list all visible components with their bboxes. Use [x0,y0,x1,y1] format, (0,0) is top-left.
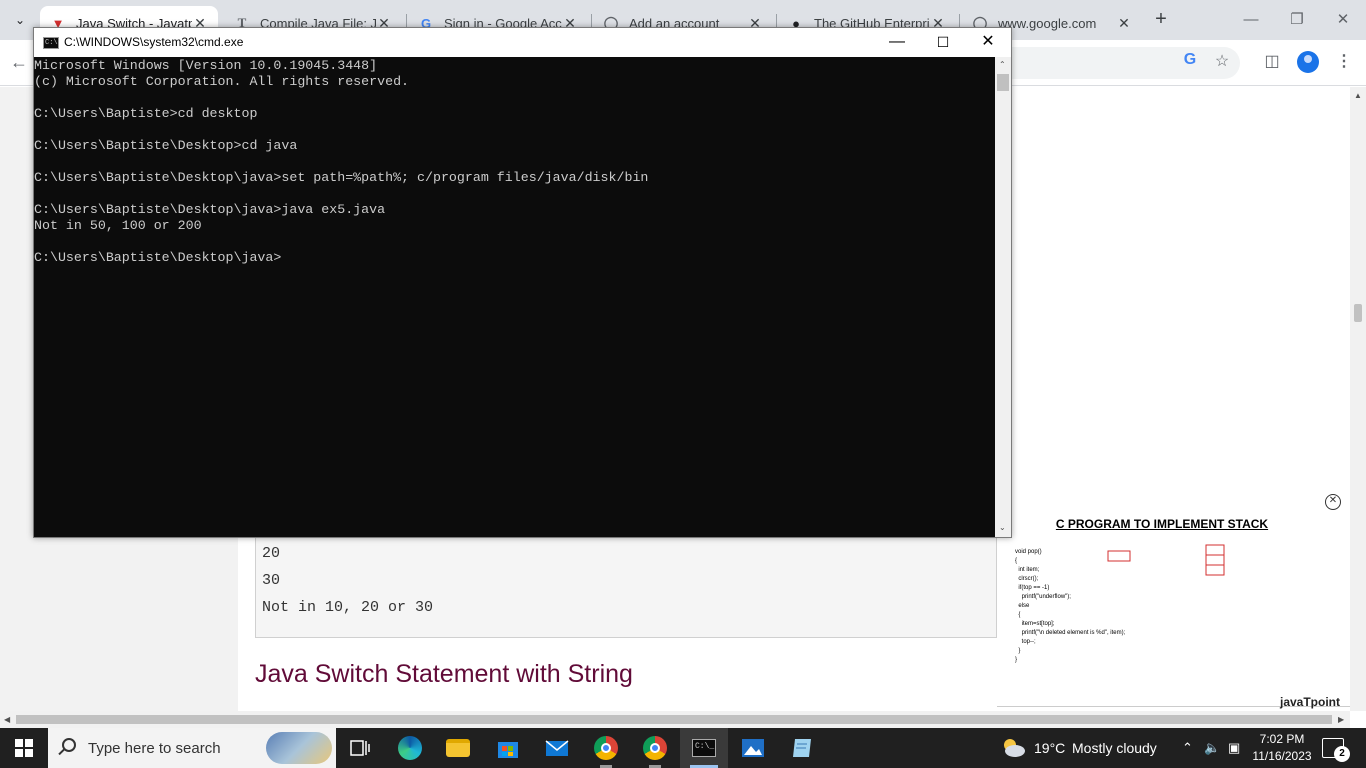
console-line: C:\Users\Baptiste\Desktop\java>set path=… [34,170,649,185]
command-prompt-icon[interactable]: C:\_ [680,728,728,768]
clock-time: 7:02 PM [1259,732,1305,746]
search-highlight-image [266,732,332,764]
cmd-title: C:\WINDOWS\system32\cmd.exe [64,35,244,49]
chrome-icon[interactable] [582,728,630,768]
profile-avatar-icon[interactable] [1297,51,1319,73]
scroll-right-arrow-icon[interactable]: ▶ [1338,715,1344,724]
section-heading: Java Switch Statement with String [255,660,633,688]
restore-icon[interactable]: ❐ [1274,6,1320,34]
windows-taskbar: Type here to search C:\_ 19°C Mostly clo… [0,728,1366,768]
ad-stack-sketch [1205,544,1225,576]
windows-start-icon[interactable] [0,728,48,768]
cmd-window[interactable]: C:\ C:\WINDOWS\system32\cmd.exe — ☐ ✕ Mi… [33,27,1012,538]
console-prompt[interactable]: C:\Users\Baptiste\Desktop\java> [34,250,995,266]
scroll-up-arrow-icon[interactable]: ▲ [1354,91,1362,100]
console-line: C:\Users\Baptiste>cd desktop [34,106,258,121]
weather-description[interactable]: Mostly cloudy [1072,740,1157,756]
taskbar-search-box[interactable]: Type here to search [48,728,336,768]
close-tab-icon[interactable]: ✕ [1116,15,1132,32]
scroll-up-arrow-icon[interactable]: ⌃ [999,60,1006,69]
network-icon[interactable]: ▣ [1228,740,1240,756]
cmd-close-icon[interactable]: ✕ [965,28,1011,57]
back-arrow-icon[interactable]: ← [10,52,28,73]
ad-code-snippet: void pop() { int item; clrscr(); if(top … [1015,549,1126,663]
console-line: (c) Microsoft Corporation. All rights re… [34,74,410,89]
clock-date: 11/16/2023 [1252,749,1312,763]
cmd-app-icon: C:\ [43,37,59,49]
page-vertical-scrollbar[interactable]: ▲ [1350,87,1366,711]
microsoft-store-icon[interactable] [484,728,532,768]
javatpoint-logo: javaTpoint [1280,695,1341,709]
chrome-icon-2[interactable] [631,728,679,768]
cmd-scroll-thumb[interactable] [997,74,1009,91]
scroll-left-arrow-icon[interactable]: ◀ [4,715,10,724]
code-output-line: 30 [262,572,281,589]
task-view-icon[interactable] [336,728,384,768]
page-scroll-thumb[interactable] [1354,304,1362,322]
ad-sketch-box [1107,550,1131,562]
cmd-minimize-icon[interactable]: — [874,28,920,57]
side-panel-icon[interactable]: ◫ [1261,51,1283,71]
mail-icon[interactable] [533,728,581,768]
close-window-icon[interactable]: ✕ [1320,6,1366,34]
console-line: Microsoft Windows [Version 10.0.19045.34… [34,58,378,73]
ad-panel[interactable]: C PROGRAM TO IMPLEMENT STACK void pop() … [997,511,1350,711]
weather-temperature[interactable]: 19°C [1034,740,1065,756]
console-line: Not in 50, 100 or 200 [34,218,202,233]
photos-icon[interactable] [729,728,777,768]
code-output-line: Not in 10, 20 or 30 [262,599,434,616]
console-line: C:\Users\Baptiste\Desktop\java>java ex5.… [34,202,386,217]
page-hscroll-thumb[interactable] [16,715,1332,724]
notepad-icon[interactable] [778,728,826,768]
system-clock[interactable]: 7:02 PM 11/16/2023 [1250,731,1314,765]
cmd-titlebar[interactable]: C:\ C:\WINDOWS\system32\cmd.exe — ☐ ✕ [34,28,1011,57]
chevron-up-icon[interactable]: ⌃ [1182,740,1193,756]
tab-title: www.google.com [998,15,1097,31]
search-icon [62,738,76,752]
cmd-maximize-icon[interactable]: ☐ [920,28,966,57]
scroll-down-arrow-icon[interactable]: ⌄ [999,523,1006,532]
page-horizontal-scrollbar[interactable]: ◀ ▶ [0,711,1350,728]
cmd-scrollbar[interactable]: ⌃ ⌄ [995,57,1011,537]
menu-kebab-icon[interactable]: ⋮ [1333,51,1355,71]
tab-search-button[interactable]: ⌄ [6,8,34,32]
bookmark-star-icon[interactable]: ☆ [1211,51,1233,71]
google-lens-icon[interactable]: G [1179,51,1201,69]
chevron-down-icon: ⌄ [14,13,26,27]
code-output-line: 20 [262,545,281,562]
search-placeholder: Type here to search [88,740,221,757]
ad-title: C PROGRAM TO IMPLEMENT STACK [1055,517,1269,531]
file-explorer-icon[interactable] [434,728,482,768]
cmd-console-output[interactable]: Microsoft Windows [Version 10.0.19045.34… [34,57,995,537]
minimize-icon[interactable]: — [1228,6,1274,34]
notification-badge: 2 [1334,746,1350,762]
console-line: C:\Users\Baptiste\Desktop>cd java [34,138,298,153]
edge-icon[interactable] [386,728,434,768]
new-tab-button[interactable]: + [1148,8,1174,32]
weather-cloud-icon[interactable] [1000,736,1026,758]
speaker-icon[interactable]: 🔈 [1204,740,1220,756]
ad-close-icon[interactable]: ✕ [1325,494,1341,510]
